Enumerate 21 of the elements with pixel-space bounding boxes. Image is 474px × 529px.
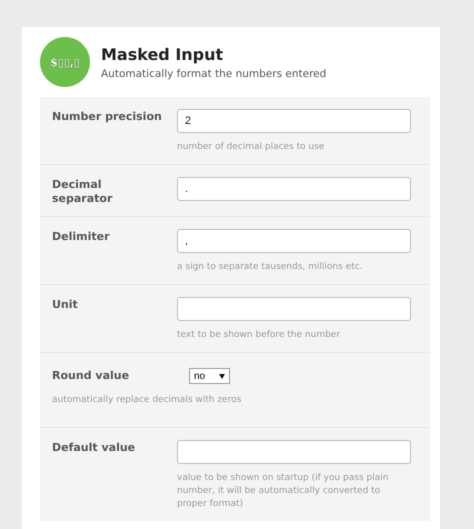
field-hint: text to be shown before the number [177,329,342,342]
field-label: Number precision [52,109,163,125]
field-label: Default value [52,440,136,456]
field-label: Unit [52,297,79,313]
panel-title: Masked Input [101,44,224,64]
field-hint: automatically replace decimals with zeros [52,394,242,407]
input-field[interactable]: , [177,229,411,253]
input-field[interactable]: 2 [177,109,411,133]
field-hint: a sign to separate tausends, millions etc. [177,261,364,274]
input-field[interactable]: . [177,177,411,201]
caret-icon [219,374,225,378]
panel-subtitle: Automatically format the numbers entered [101,68,326,80]
field-hint: value to be shown on startup (if you pass plain number, it will be automatically converted to proper format) [177,472,390,511]
logo-icon: $▯▯,▯ [40,37,90,87]
field-label: Decimal separator [52,177,114,206]
field-hint: number of decimal places to use [177,141,326,154]
input-field[interactable] [177,440,411,464]
input-field[interactable] [177,297,411,321]
field-label: Round value [52,368,130,384]
field-label: Delimiter [52,229,111,245]
dropdown[interactable]: no [189,368,230,384]
